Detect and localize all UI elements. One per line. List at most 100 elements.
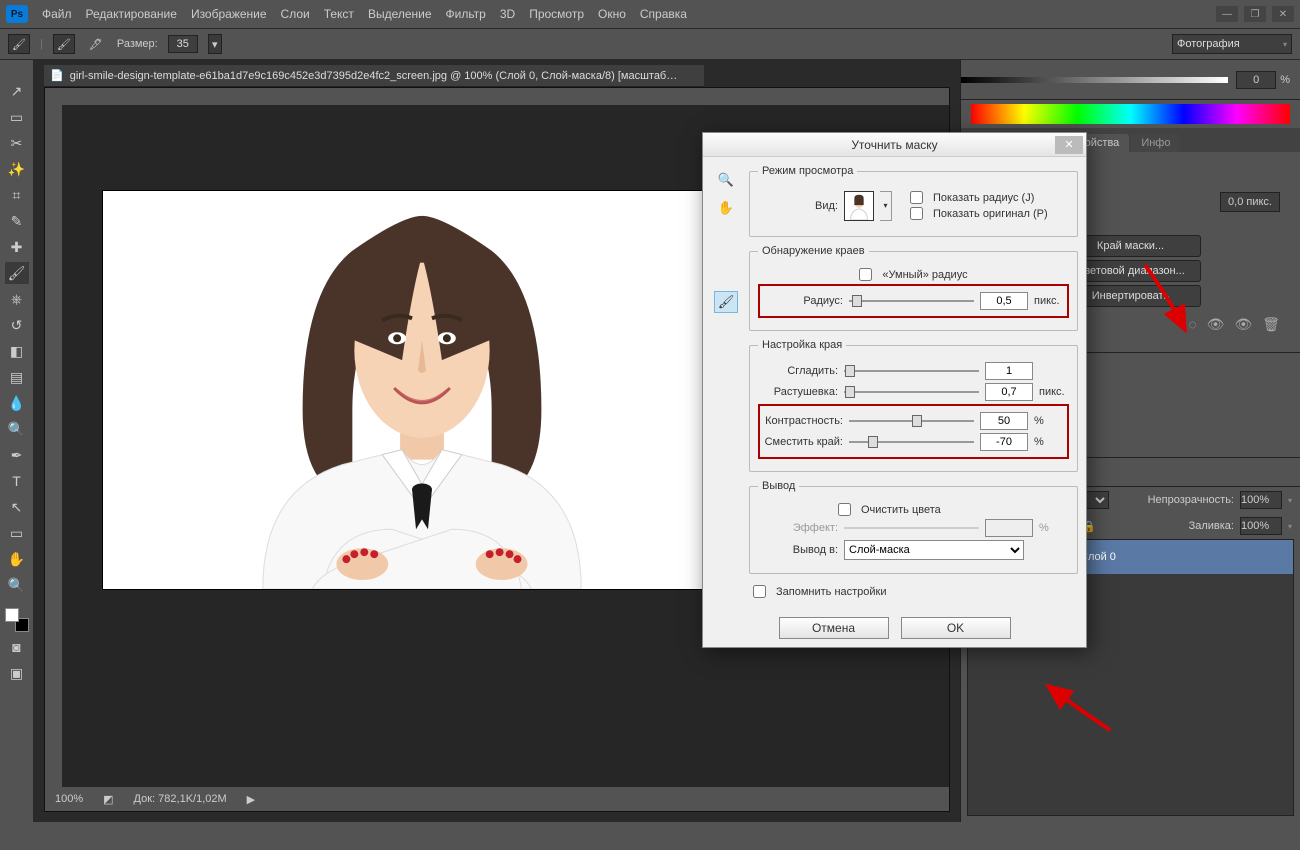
marquee-tool[interactable]: ▭	[5, 106, 29, 128]
current-tool-preview[interactable]: 🖌	[8, 34, 30, 54]
output-to-select[interactable]: Слой-маска	[844, 540, 1024, 560]
refine-mask-dialog: Уточнить маску ✕ 🔍 ✋ 🖌 Режим просмотра В…	[702, 132, 1087, 648]
close-button[interactable]: ✕	[1272, 6, 1294, 22]
menu-edit[interactable]: Редактирование	[86, 7, 177, 21]
heal-tool[interactable]: ✚	[5, 236, 29, 258]
cancel-button[interactable]: Отмена	[779, 617, 889, 639]
dialog-refine-brush-tool[interactable]: 🖌	[714, 291, 738, 313]
shift-edge-input[interactable]	[980, 433, 1028, 451]
edge-detection-group: Обнаружение краев «Умный» радиус Радиус:…	[749, 245, 1078, 331]
menu-layers[interactable]: Слои	[281, 7, 310, 21]
feather-label: Растушевка:	[758, 386, 838, 398]
show-original-checkbox[interactable]	[910, 207, 923, 220]
ok-button[interactable]: OK	[901, 617, 1011, 639]
mask-edge-value: 0,0 пикс.	[1220, 192, 1280, 212]
menu-help[interactable]: Справка	[640, 7, 687, 21]
minimize-button[interactable]: ―	[1216, 6, 1238, 22]
smooth-slider[interactable]	[844, 364, 979, 378]
smooth-input[interactable]	[985, 362, 1033, 380]
menu-text[interactable]: Текст	[324, 7, 354, 21]
maximize-button[interactable]: ❐	[1244, 6, 1266, 22]
screen-mode-toggle[interactable]: ▣	[5, 662, 29, 684]
dodge-tool[interactable]: 🔍	[5, 418, 29, 440]
history-brush-tool[interactable]: ↺	[5, 314, 29, 336]
view-dropdown-button[interactable]: ▾	[880, 191, 892, 221]
app-logo: Ps	[6, 5, 28, 23]
menu-image[interactable]: Изображение	[191, 7, 267, 21]
mask-from-sel-icon[interactable]: ◌	[1188, 316, 1196, 333]
feather-slider[interactable]	[844, 385, 979, 399]
opacity-input[interactable]	[1240, 491, 1282, 509]
fill-label: Заливка:	[1189, 520, 1234, 532]
view-label: Вид:	[758, 200, 838, 212]
menu-select[interactable]: Выделение	[368, 7, 432, 21]
zoom-level[interactable]: 100%	[55, 793, 83, 805]
eye-icon[interactable]: 👁	[1234, 316, 1252, 333]
stamp-tool[interactable]: ⎈	[5, 288, 29, 310]
dialog-close-button[interactable]: ✕	[1055, 136, 1083, 154]
contrast-input[interactable]	[980, 412, 1028, 430]
hand-tool[interactable]: ✋	[5, 548, 29, 570]
opacity-dropdown[interactable]: ▾	[1288, 496, 1292, 505]
remember-settings-checkbox[interactable]	[753, 585, 766, 598]
nav-icon[interactable]: ◩	[103, 793, 113, 806]
dialog-zoom-tool[interactable]: 🔍	[714, 169, 738, 191]
vertical-ruler[interactable]	[45, 88, 62, 811]
quick-mask-toggle[interactable]: ◙	[5, 636, 29, 658]
fg-bg-colors[interactable]	[5, 608, 29, 632]
contrast-slider[interactable]	[849, 414, 974, 428]
gradient-tool[interactable]: ▤	[5, 366, 29, 388]
menu-window[interactable]: Окно	[598, 7, 626, 21]
eraser-tool[interactable]: ◧	[5, 340, 29, 362]
size-dropdown-button[interactable]: ▾	[208, 34, 222, 54]
decontaminate-checkbox[interactable]	[838, 503, 851, 516]
lasso-tool[interactable]: ✂	[5, 132, 29, 154]
brush-preset-alt-icon[interactable]: 🖋	[85, 34, 107, 54]
workspace-switcher[interactable]: Фотография▾	[1172, 34, 1292, 54]
show-radius-checkbox[interactable]	[910, 191, 923, 204]
menu-filter[interactable]: Фильтр	[446, 7, 486, 21]
adjust-value-input[interactable]	[1236, 71, 1276, 89]
horizontal-ruler[interactable]	[45, 88, 949, 105]
shift-edge-slider[interactable]	[849, 435, 974, 449]
crop-tool[interactable]: ⌗	[5, 184, 29, 206]
options-bar: 🖌 | 🖌 🖋 Размер: ▾ Фотография▾	[0, 28, 1300, 60]
blur-tool[interactable]: 💧	[5, 392, 29, 414]
path-select-tool[interactable]: ↖	[5, 496, 29, 518]
shape-tool[interactable]: ▭	[5, 522, 29, 544]
menu-3d[interactable]: 3D	[500, 7, 515, 21]
document-tab-icon: 📄	[50, 69, 64, 82]
contrast-unit: %	[1034, 415, 1064, 427]
color-spectrum[interactable]	[971, 104, 1290, 124]
menu-file[interactable]: Файл	[42, 7, 72, 21]
eyedropper-tool[interactable]: ✎	[5, 210, 29, 232]
view-thumbnail[interactable]	[844, 191, 874, 221]
brush-tool[interactable]: 🖌	[5, 262, 29, 284]
feather-unit: пикс.	[1039, 386, 1069, 398]
fill-dropdown[interactable]: ▾	[1288, 522, 1292, 531]
move-tool[interactable]: ↗	[5, 80, 29, 102]
document-image	[102, 190, 742, 590]
status-bar: 100% ◩ Док: 782,1K/1,02M ▶	[45, 787, 949, 811]
menu-view[interactable]: Просмотр	[529, 7, 584, 21]
brush-preset-icon[interactable]: 🖌	[53, 34, 75, 54]
smart-radius-checkbox[interactable]	[859, 268, 872, 281]
pen-tool[interactable]: ✒	[5, 444, 29, 466]
brush-size-input[interactable]	[168, 35, 198, 53]
smooth-label: Сгладить:	[758, 365, 838, 377]
doc-info-arrow[interactable]: ▶	[247, 793, 255, 806]
tab-info[interactable]: Инфо	[1131, 134, 1180, 152]
dialog-hand-tool[interactable]: ✋	[714, 197, 738, 219]
feather-input[interactable]	[985, 383, 1033, 401]
toolbox: ↗ ▭ ✂ ✨ ⌗ ✎ ✚ 🖌 ⎈ ↺ ◧ ▤ 💧 🔍 ✒ T ↖ ▭ ✋ 🔍 …	[0, 60, 34, 822]
radius-slider[interactable]	[849, 294, 974, 308]
radius-input[interactable]	[980, 292, 1028, 310]
preview-icon[interactable]: 👁	[1207, 316, 1225, 333]
document-tab[interactable]: 📄 girl-smile-design-template-e61ba1d7e9c…	[44, 65, 704, 87]
magic-wand-tool[interactable]: ✨	[5, 158, 29, 180]
edge-detection-legend: Обнаружение краев	[758, 245, 869, 257]
zoom-tool[interactable]: 🔍	[5, 574, 29, 596]
fill-input[interactable]	[1240, 517, 1282, 535]
trash-icon[interactable]: 🗑	[1262, 316, 1280, 333]
type-tool[interactable]: T	[5, 470, 29, 492]
